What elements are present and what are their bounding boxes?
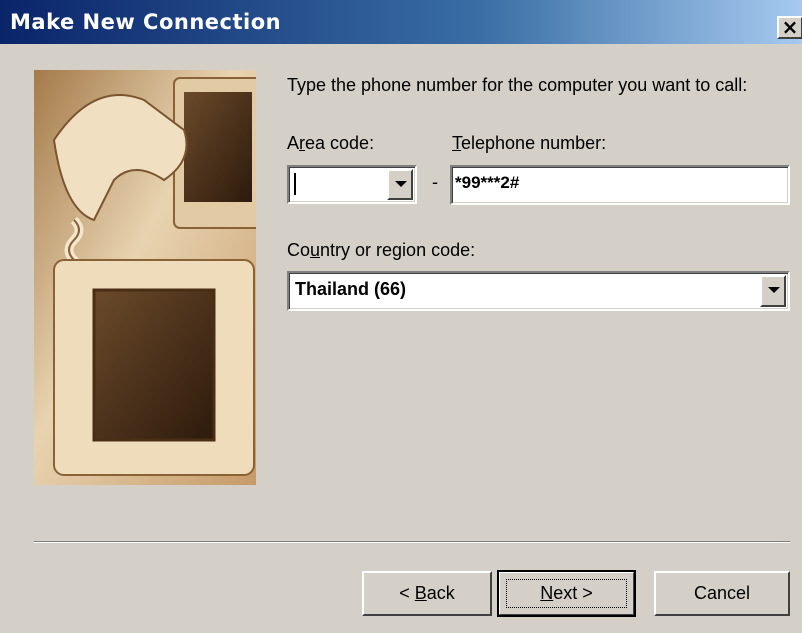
window-title: Make New Connection xyxy=(10,10,282,34)
telephone-number-label: Telephone number: xyxy=(452,133,607,153)
telephone-number-value: *99***2# xyxy=(455,173,520,192)
area-telephone-separator: - xyxy=(432,172,438,192)
close-icon: × xyxy=(781,15,799,39)
focus-rectangle xyxy=(506,579,627,608)
next-button[interactable]: Next > xyxy=(497,570,636,617)
text-caret xyxy=(294,173,296,195)
area-code-combobox[interactable] xyxy=(287,165,417,204)
country-code-value: Thailand (66) xyxy=(295,279,407,299)
back-button[interactable]: < Back xyxy=(362,571,492,616)
connection-illustration xyxy=(34,70,256,485)
area-code-label: Area code: xyxy=(287,133,375,153)
telephone-number-input[interactable]: *99***2# xyxy=(450,165,790,205)
title-bar: Make New Connection × xyxy=(0,0,802,44)
button-separator xyxy=(34,541,790,543)
close-button[interactable]: × xyxy=(777,16,802,39)
instructions-text: Type the phone number for the computer y… xyxy=(287,75,748,95)
computer-phone-image xyxy=(34,70,256,485)
country-code-label: Country or region code: xyxy=(287,240,476,260)
country-code-dropdown-button[interactable] xyxy=(760,275,786,307)
area-code-dropdown-button[interactable] xyxy=(387,169,413,200)
cancel-button[interactable]: Cancel xyxy=(654,571,790,616)
country-code-select[interactable]: Thailand (66) xyxy=(287,271,790,311)
